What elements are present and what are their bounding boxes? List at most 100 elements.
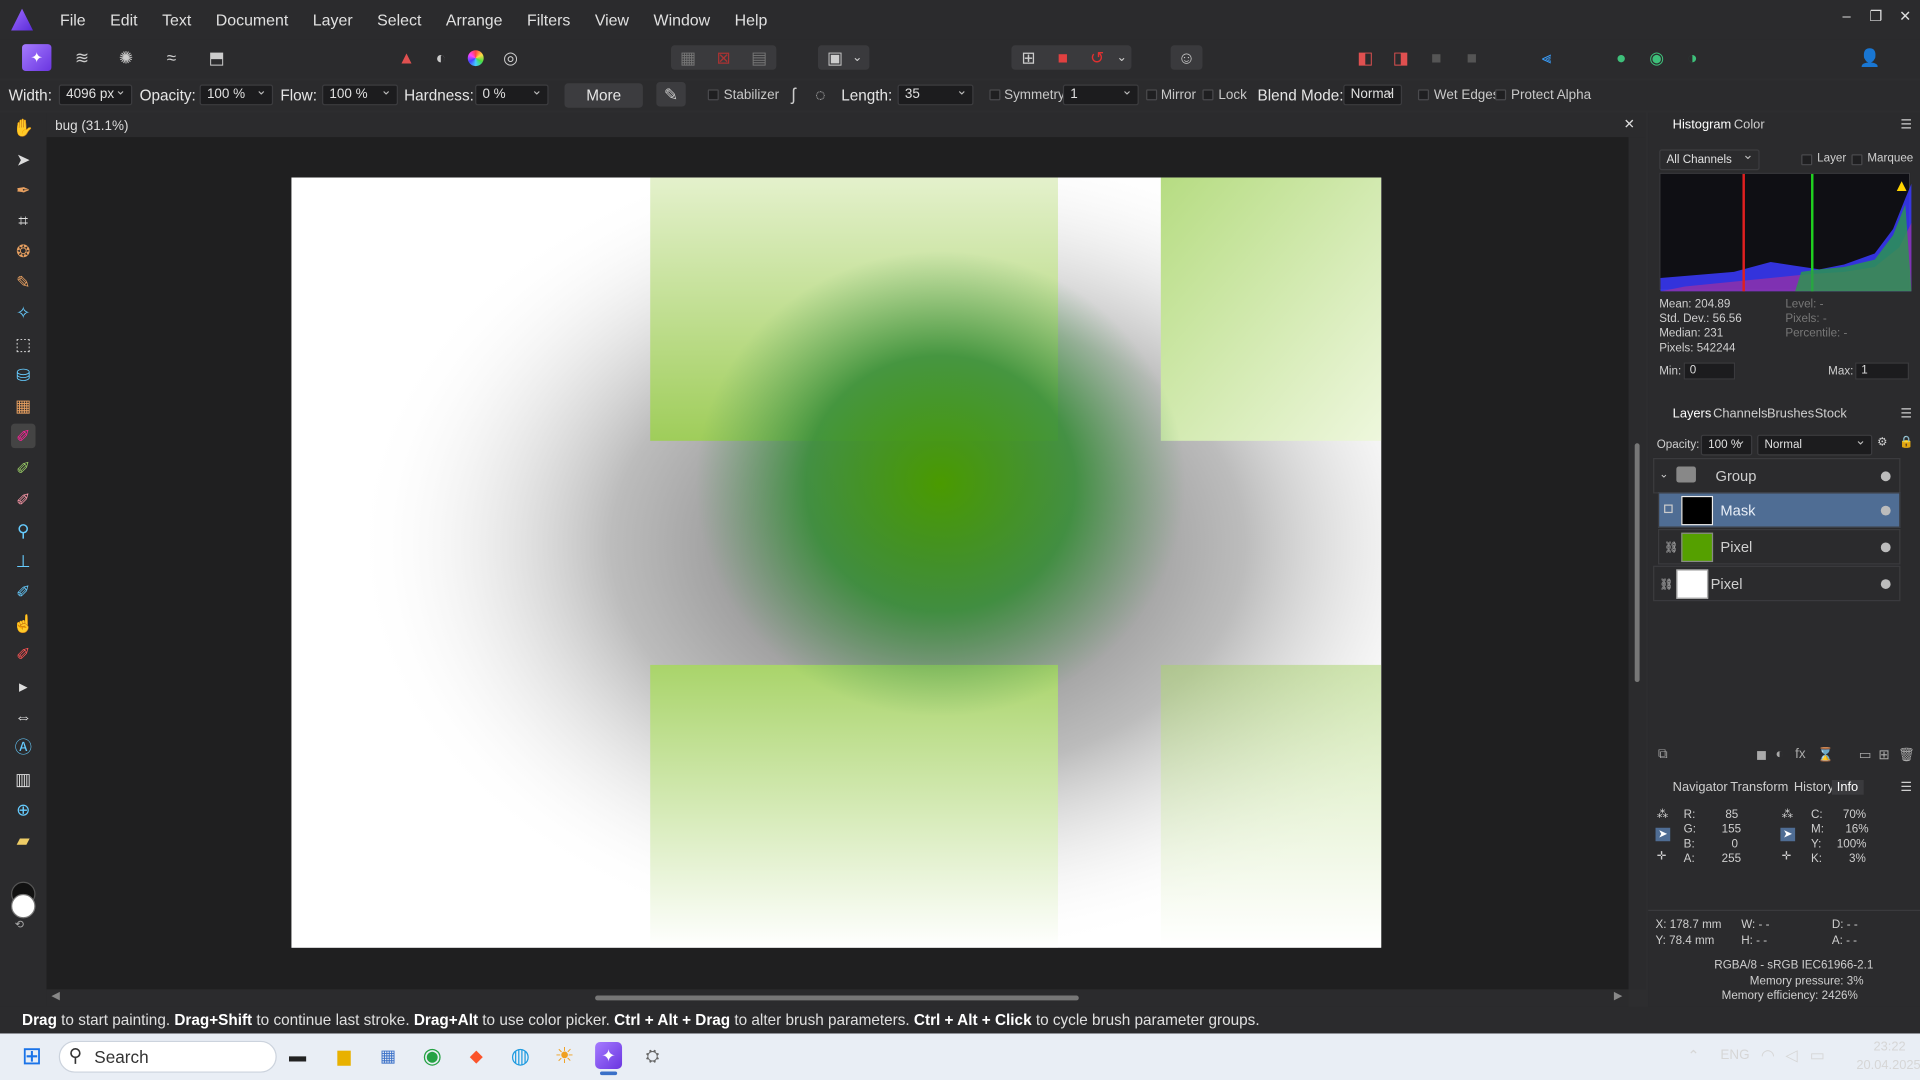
align-icon[interactable]: ⫷: [1532, 44, 1561, 71]
horizontal-scroll-thumb[interactable]: [595, 995, 1079, 1001]
close-document-icon[interactable]: ✕: [1624, 116, 1635, 133]
invert-selection-icon[interactable]: ▤: [744, 44, 773, 71]
arrange-back-icon[interactable]: ◧: [1351, 44, 1380, 71]
horizontal-scrollbar[interactable]: ◀ ▶: [46, 989, 1629, 1007]
layer-row-pixel-white[interactable]: ⛓ Pixel: [1653, 565, 1901, 602]
protect-alpha-checkbox[interactable]: [1495, 89, 1507, 101]
flow-field[interactable]: 100 %: [322, 82, 398, 106]
layer-visibility-icon[interactable]: [1880, 505, 1891, 516]
tab-stock[interactable]: Stock: [1815, 407, 1847, 422]
document-canvas[interactable]: [291, 177, 1382, 948]
brave-browser-icon[interactable]: ◆: [463, 1042, 490, 1069]
arrange-bottom-icon[interactable]: ■: [1457, 44, 1486, 71]
symmetry-checkbox[interactable]: [989, 89, 1001, 101]
layer-link-icon[interactable]: ⛓: [1664, 541, 1678, 554]
mask-layer-icon[interactable]: ◼: [1756, 747, 1767, 763]
layer-link-icon[interactable]: ⛓: [1659, 578, 1673, 591]
app-sun-icon[interactable]: ☀: [551, 1042, 578, 1069]
length-field[interactable]: 35: [897, 82, 974, 106]
menu-view[interactable]: View: [583, 10, 642, 28]
more-button[interactable]: More: [564, 83, 643, 108]
quick-mask-mode-icon[interactable]: ▣: [820, 44, 849, 71]
erase-brush-tool-icon[interactable]: ✐: [11, 487, 35, 511]
layer-visibility-icon[interactable]: [1880, 471, 1891, 482]
layer-opacity-field[interactable]: 100 %: [1700, 432, 1753, 456]
tab-histogram[interactable]: Histogram: [1673, 118, 1732, 133]
boolean-add-icon[interactable]: ●: [1607, 44, 1636, 71]
wifi-icon[interactable]: ◠: [1761, 1046, 1775, 1066]
mesh-tool-icon[interactable]: ▥: [11, 767, 35, 791]
opacity-field[interactable]: 100 %: [199, 82, 274, 106]
layer-arrange-icon[interactable]: ⧉: [1658, 747, 1668, 763]
histogram-marquee-checkbox[interactable]: [1851, 154, 1863, 166]
layer-blend-select[interactable]: Normal: [1757, 432, 1873, 456]
mirror-checkbox[interactable]: [1146, 89, 1158, 101]
panel-menu-icon[interactable]: ☰: [1900, 407, 1912, 422]
menu-layer[interactable]: Layer: [301, 10, 365, 28]
brush-options-icon[interactable]: ✎: [656, 82, 686, 107]
minimize-button[interactable]: –: [1832, 7, 1861, 24]
stabilizer-checkbox[interactable]: [707, 89, 719, 101]
swap-colors-icon[interactable]: ⟲: [15, 918, 24, 931]
layer-visibility-icon[interactable]: [1880, 542, 1891, 553]
arrange-forward-icon[interactable]: ◨: [1386, 44, 1415, 71]
pointer-sample-icon[interactable]: ➤: [1780, 827, 1796, 842]
photo-persona-icon[interactable]: ✦: [22, 44, 52, 72]
snapping-manager-icon[interactable]: ↺: [1082, 44, 1111, 71]
tab-navigator[interactable]: Navigator: [1673, 780, 1728, 795]
restore-button[interactable]: ❐: [1861, 7, 1890, 24]
menu-filters[interactable]: Filters: [515, 10, 583, 28]
flood-fill-tool-icon[interactable]: ⛁: [11, 362, 35, 386]
layer-expand-icon[interactable]: [1664, 504, 1673, 514]
boolean-subtract-icon[interactable]: ◉: [1642, 44, 1671, 71]
tab-history[interactable]: History: [1794, 780, 1834, 795]
deselect-icon[interactable]: ⊠: [709, 44, 738, 71]
clone-tool-icon[interactable]: ⊥: [11, 549, 35, 573]
scroll-right-icon[interactable]: ▶: [1614, 989, 1622, 1002]
color-picker-tool-icon[interactable]: ✒: [11, 178, 35, 202]
whatsapp-icon[interactable]: ◉: [419, 1042, 446, 1069]
chevron-down-icon[interactable]: ⌄: [847, 44, 867, 71]
new-layer-icon[interactable]: ⊞: [1878, 747, 1889, 763]
quick-mask-icon[interactable]: ▦: [673, 44, 702, 71]
auto-colors-icon[interactable]: [460, 44, 489, 71]
menu-edit[interactable]: Edit: [98, 10, 150, 28]
chevron-down-icon[interactable]: ⌄: [1659, 468, 1668, 481]
node-tool-icon[interactable]: ▸: [11, 673, 35, 697]
fx-icon[interactable]: fx: [1795, 747, 1805, 762]
pen-tool-icon[interactable]: ⇔: [11, 704, 35, 728]
assistant-icon[interactable]: ☺: [1172, 44, 1201, 71]
account-icon[interactable]: 👤: [1855, 44, 1884, 71]
marquee-tool-icon[interactable]: ⬚: [11, 332, 35, 356]
arrange-front-icon[interactable]: ■: [1422, 44, 1451, 71]
layer-row-group[interactable]: ⌄ Group: [1653, 457, 1901, 494]
primary-color-swatch[interactable]: [11, 893, 36, 919]
snapping-icon[interactable]: ⊞: [1014, 44, 1043, 71]
flood-select-tool-icon[interactable]: ✧: [11, 300, 35, 324]
wet-edges-checkbox[interactable]: [1417, 89, 1429, 101]
battery-icon[interactable]: ▭: [1810, 1046, 1825, 1066]
taskbar-date[interactable]: 20.04.2025: [1856, 1058, 1920, 1073]
gradient-tool-icon[interactable]: ▦: [11, 393, 35, 417]
window-mode-icon[interactable]: ◌: [807, 82, 834, 106]
tab-channels[interactable]: Channels: [1713, 407, 1767, 422]
taskbar-search-input[interactable]: Search: [58, 1040, 277, 1073]
move-tool-icon[interactable]: ➤: [11, 147, 35, 171]
menu-help[interactable]: Help: [722, 10, 779, 28]
boolean-intersect-icon[interactable]: ◑: [1678, 44, 1707, 71]
auto-contrast-icon[interactable]: ◐: [426, 44, 455, 71]
chevron-down-icon[interactable]: ⌄: [1112, 44, 1132, 71]
close-window-button[interactable]: ✕: [1891, 7, 1920, 24]
rope-mode-icon[interactable]: ʃ: [780, 82, 807, 106]
histogram-max-input[interactable]: 1: [1855, 362, 1909, 380]
scroll-left-icon[interactable]: ◀: [51, 989, 59, 1002]
export-persona-icon[interactable]: ⬒: [202, 44, 231, 71]
pointer-sample-icon[interactable]: ➤: [1655, 827, 1671, 842]
zoom-tool-icon[interactable]: ⊕: [11, 797, 35, 821]
histogram-layer-checkbox[interactable]: [1801, 154, 1813, 166]
language-indicator[interactable]: ENG: [1720, 1048, 1749, 1063]
edge-browser-icon[interactable]: ◍: [507, 1042, 534, 1069]
menu-document[interactable]: Document: [204, 10, 301, 28]
measure-tool-icon[interactable]: ▰: [11, 828, 35, 852]
affinity-photo-taskbar-icon[interactable]: ✦: [595, 1042, 623, 1069]
